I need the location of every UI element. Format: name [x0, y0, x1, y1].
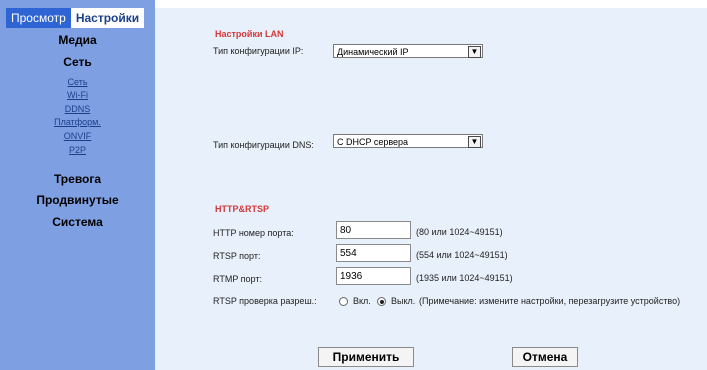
- chevron-down-icon: ▼: [468, 46, 481, 58]
- submenu-onvif[interactable]: ONVIF: [0, 131, 155, 141]
- menu-advanced[interactable]: Продвинутые: [0, 193, 155, 207]
- rtsp-auth-on-label: Вкл.: [353, 296, 371, 306]
- http-port-hint: (80 или 1024~49151): [416, 227, 503, 237]
- rtsp-auth-on-radio[interactable]: [339, 297, 348, 306]
- rtsp-auth-off-label: Выкл.: [391, 296, 416, 306]
- sidebar: Просмотр Настройки Медиа Сеть Сеть Wi-Fi…: [0, 0, 155, 370]
- tab-view[interactable]: Просмотр: [6, 8, 71, 28]
- top-tabs: Просмотр Настройки: [6, 8, 145, 28]
- rtsp-auth-note: (Примечание: измените настройки, перезаг…: [419, 296, 681, 306]
- http-section-title: HTTP&RTSP: [215, 204, 269, 214]
- menu-alarm[interactable]: Тревога: [0, 172, 155, 186]
- rtmp-port-hint: (1935 или 1024~49151): [416, 273, 513, 283]
- settings-panel: Настройки LAN Тип конфигурации IP: Динам…: [155, 8, 707, 370]
- lan-section-title: Настройки LAN: [215, 29, 284, 39]
- http-port-label: HTTP номер порта:: [213, 228, 294, 238]
- dns-type-value: С DHCP сервера: [337, 137, 409, 147]
- submenu-ddns[interactable]: DDNS: [0, 104, 155, 114]
- rtsp-auth-off-radio[interactable]: [377, 297, 386, 306]
- menu-media[interactable]: Медиа: [0, 33, 155, 47]
- tab-settings[interactable]: Настройки: [70, 8, 145, 28]
- chevron-down-icon: ▼: [468, 136, 481, 148]
- http-port-input[interactable]: [336, 221, 411, 239]
- dns-type-select[interactable]: С DHCP сервера ▼: [333, 134, 483, 148]
- rtsp-port-hint: (554 или 1024~49151): [416, 250, 508, 260]
- menu-system[interactable]: Система: [0, 215, 155, 229]
- menu-network[interactable]: Сеть: [0, 55, 155, 69]
- rtsp-port-label: RTSP порт:: [213, 251, 261, 261]
- ip-type-label: Тип конфигурации IP:: [213, 46, 304, 56]
- cancel-button[interactable]: Отмена: [512, 347, 578, 367]
- submenu-wifi[interactable]: Wi-Fi: [0, 90, 155, 100]
- dns-type-label: Тип конфигурации DNS:: [213, 140, 314, 150]
- submenu-p2p[interactable]: P2P: [0, 145, 155, 155]
- submenu-platform[interactable]: Платформ.: [0, 117, 155, 127]
- rtmp-port-label: RTMP порт:: [213, 274, 262, 284]
- ip-type-select[interactable]: Динамический IP ▼: [333, 44, 483, 58]
- rtmp-port-input[interactable]: [336, 267, 411, 285]
- apply-button[interactable]: Применить: [318, 347, 414, 367]
- ip-type-value: Динамический IP: [337, 47, 409, 57]
- rtsp-auth-label: RTSP проверка разреш.:: [213, 296, 317, 306]
- rtsp-port-input[interactable]: [336, 244, 411, 262]
- submenu-network[interactable]: Сеть: [0, 77, 155, 87]
